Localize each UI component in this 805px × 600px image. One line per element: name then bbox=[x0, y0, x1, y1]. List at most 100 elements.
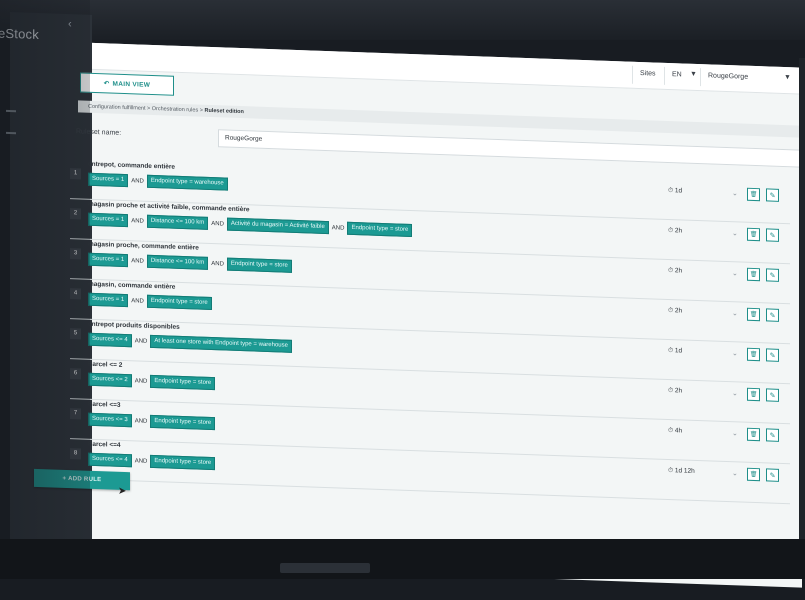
condition-chip: Activité du magasin = Activité faible bbox=[226, 217, 329, 235]
rule-delay-value: 1d 12h bbox=[674, 467, 695, 475]
rule-conditions: Sources = 1 AND Endpoint type = store bbox=[88, 292, 212, 311]
store-select[interactable]: RougeGorge bbox=[708, 72, 748, 80]
condition-chip: Endpoint type = store bbox=[150, 374, 216, 391]
chevron-down-icon[interactable]: ⌄ bbox=[732, 229, 738, 237]
ruleset-name-input[interactable]: RougeGorge bbox=[218, 129, 805, 168]
language-select[interactable]: EN bbox=[672, 71, 682, 78]
clock-icon: ⏱ bbox=[668, 266, 675, 275]
condition-chip: At least one store with Endpoint type = … bbox=[150, 334, 292, 353]
edit-rule-button[interactable]: ✎ bbox=[766, 188, 779, 202]
condition-operator: AND bbox=[131, 177, 144, 185]
laptop-base bbox=[0, 539, 805, 579]
caret-down-icon[interactable]: ▼ bbox=[784, 74, 791, 81]
condition-chip: Endpoint type = store bbox=[146, 294, 212, 311]
delete-rule-button[interactable]: 🗑 bbox=[747, 227, 760, 242]
rule-title: Parcel <=3 bbox=[88, 400, 121, 409]
clock-icon: ⏱ bbox=[668, 386, 675, 395]
rule-title: entrepot produits disponibles bbox=[88, 320, 180, 331]
add-rule-button[interactable]: + ADD RULE bbox=[34, 468, 130, 491]
back-arrow-icon: ↶ bbox=[103, 80, 110, 88]
delete-rule-button[interactable]: 🗑 bbox=[747, 387, 760, 402]
caret-down-icon[interactable]: ▼ bbox=[690, 71, 697, 78]
delete-rule-button[interactable]: 🗑 bbox=[747, 427, 760, 442]
delete-rule-button[interactable]: 🗑 bbox=[747, 267, 760, 282]
clock-icon: ⏱ bbox=[668, 466, 675, 475]
condition-chip: Sources = 1 bbox=[88, 212, 129, 228]
rule-delay: ⏱ 2h bbox=[668, 387, 682, 395]
chevron-down-icon[interactable]: ⌄ bbox=[732, 389, 738, 397]
rule-delay-value: 2h bbox=[674, 267, 683, 275]
breadcrumb-current: Ruleset edition bbox=[204, 107, 244, 116]
sidebar-collapse-button[interactable]: ‹ bbox=[68, 18, 72, 30]
clock-icon: ⏱ bbox=[668, 426, 675, 435]
rule-priority-badge: 3 bbox=[70, 248, 81, 260]
main-view-button[interactable]: ↶ MAIN VIEW bbox=[80, 72, 174, 96]
delete-rule-button[interactable]: 🗑 bbox=[747, 347, 760, 362]
condition-chip: Sources <= 2 bbox=[88, 372, 132, 388]
rule-delay-value: 1d bbox=[674, 187, 683, 195]
delete-rule-button[interactable]: 🗑 bbox=[747, 187, 760, 202]
condition-chip: Distance <= 100 km bbox=[146, 254, 209, 270]
edit-rule-button[interactable]: ✎ bbox=[766, 348, 779, 362]
clock-icon: ⏱ bbox=[668, 346, 675, 355]
sidebar-item[interactable] bbox=[6, 131, 16, 135]
laptop-logo bbox=[280, 563, 370, 573]
rule-delay-value: 4h bbox=[674, 427, 683, 435]
condition-chip: Endpoint type = warehouse bbox=[146, 174, 228, 191]
rule-delay: ⏱ 1d bbox=[668, 347, 682, 355]
condition-chip: Sources <= 3 bbox=[88, 412, 132, 428]
rule-delay-value: 1d bbox=[674, 347, 683, 355]
sites-label[interactable]: Sites bbox=[640, 70, 656, 78]
edit-rule-button[interactable]: ✎ bbox=[766, 268, 779, 282]
rule-delay-value: 2h bbox=[674, 307, 683, 315]
rule-conditions: Sources <= 4 AND At least one store with E… bbox=[88, 332, 292, 353]
rule-priority-badge: 1 bbox=[70, 168, 81, 180]
rule-title: magasin proche et activité faible, comma… bbox=[88, 200, 250, 214]
rule-priority-badge: 7 bbox=[70, 408, 81, 420]
condition-chip: Endpoint type = store bbox=[150, 454, 216, 471]
rule-conditions: Sources = 1 AND Distance <= 100 km AND Activ… bbox=[88, 212, 413, 238]
condition-chip: Sources <= 4 bbox=[88, 452, 132, 468]
brand-name: eStock bbox=[0, 25, 39, 43]
edit-rule-button[interactable]: ✎ bbox=[766, 468, 779, 482]
sidebar-item[interactable] bbox=[6, 109, 16, 113]
condition-operator: AND bbox=[131, 257, 144, 265]
topbar-divider bbox=[632, 65, 633, 84]
breadcrumb: Configuration fulfillment > Orchestratio… bbox=[78, 100, 800, 138]
rule-priority-badge: 6 bbox=[70, 368, 81, 380]
delete-rule-button[interactable]: 🗑 bbox=[747, 467, 760, 482]
delete-rule-button[interactable]: 🗑 bbox=[747, 307, 760, 322]
rule-conditions: Sources = 1 AND Endpoint type = warehouse bbox=[88, 172, 228, 191]
rule-title: magasin proche, commande entière bbox=[88, 240, 199, 252]
breadcrumb-trail[interactable]: Configuration fulfillment > Orchestratio… bbox=[88, 104, 204, 114]
condition-chip: Endpoint type = store bbox=[150, 414, 216, 431]
rule-delay: ⏱ 2h bbox=[668, 267, 682, 275]
rule-priority-badge: 8 bbox=[70, 448, 81, 460]
chevron-down-icon[interactable]: ⌄ bbox=[732, 469, 738, 477]
rule-delay: ⏱ 2h bbox=[668, 227, 682, 235]
chevron-down-icon[interactable]: ⌄ bbox=[732, 269, 738, 277]
condition-operator: AND bbox=[211, 220, 224, 227]
topbar: Sites EN ▼ RougeGorge ▼ bbox=[92, 42, 802, 95]
clock-icon: ⏱ bbox=[668, 186, 675, 195]
condition-chip: Endpoint type = store bbox=[347, 221, 413, 238]
edit-rule-button[interactable]: ✎ bbox=[766, 388, 779, 402]
rule-delay: ⏱ 1d 12h bbox=[668, 467, 695, 476]
rule-conditions: Sources <= 4 AND Endpoint type = store bbox=[88, 452, 216, 471]
condition-operator: AND bbox=[131, 217, 144, 225]
edit-rule-button[interactable]: ✎ bbox=[766, 428, 779, 442]
chevron-down-icon[interactable]: ⌄ bbox=[732, 189, 738, 197]
rule-title: Parcel <= 2 bbox=[88, 360, 123, 369]
rule-conditions: Sources <= 3 AND Endpoint type = store bbox=[88, 412, 216, 431]
edit-rule-button[interactable]: ✎ bbox=[766, 228, 779, 242]
chevron-down-icon[interactable]: ⌄ bbox=[732, 309, 738, 317]
rule-delay-value: 2h bbox=[674, 387, 683, 395]
edit-rule-button[interactable]: ✎ bbox=[766, 308, 779, 322]
condition-operator: AND bbox=[134, 417, 148, 425]
chevron-down-icon[interactable]: ⌄ bbox=[732, 349, 738, 357]
condition-operator: AND bbox=[331, 224, 345, 232]
main-view-label: MAIN VIEW bbox=[112, 80, 151, 89]
chevron-down-icon[interactable]: ⌄ bbox=[732, 429, 738, 437]
condition-chip: Sources = 1 bbox=[88, 172, 129, 188]
topbar-divider bbox=[700, 68, 701, 87]
